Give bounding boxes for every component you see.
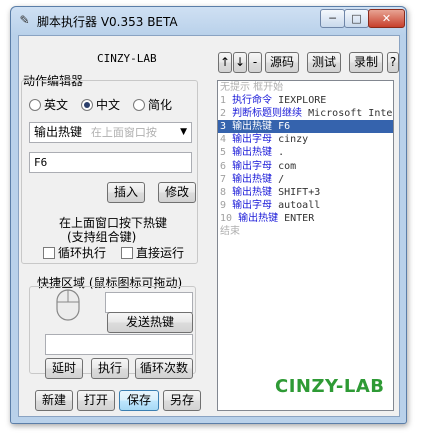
move-down-button[interactable]: ↓ <box>233 52 247 73</box>
loop-count-button[interactable]: 循环次数 <box>135 358 193 379</box>
new-button[interactable]: 新建 <box>35 390 73 411</box>
script-line[interactable]: 2 判断标题则继续 Microsoft Inter <box>218 107 393 120</box>
line-argument: Microsoft Inter <box>308 108 394 120</box>
script-line[interactable]: 8 输出热键 SHIFT+3 <box>218 186 393 199</box>
move-up-button[interactable]: ↑ <box>218 52 232 73</box>
radio-english-dot[interactable] <box>29 99 41 111</box>
value-input[interactable]: F6 <box>29 152 192 173</box>
script-line[interactable]: 10 输出热键 ENTER <box>218 212 393 225</box>
line-number: 1 <box>220 95 227 107</box>
line-argument: F6 <box>278 121 291 133</box>
action-select-value: 输出热键 <box>34 125 83 139</box>
line-command: 输出热键 <box>232 186 273 198</box>
line-argument: ENTER <box>284 212 315 224</box>
test-button[interactable]: 测试 <box>307 52 341 73</box>
radio-chinese-dot[interactable] <box>81 99 93 111</box>
line-command: 执行命令 <box>232 95 273 107</box>
open-button[interactable]: 打开 <box>77 390 115 411</box>
radio-english[interactable]: 英文 <box>29 96 68 113</box>
script-line[interactable]: 6 输出字母 com <box>218 160 393 173</box>
editor-header-hint: 无提示 框开始 <box>220 82 284 93</box>
quick-input-top[interactable] <box>105 292 193 313</box>
line-number: 8 <box>220 186 227 198</box>
line-number: 10 <box>220 212 233 224</box>
loop-checkbox-label: 循环执行 <box>58 246 107 260</box>
script-line[interactable]: 7 输出热键 / <box>218 173 393 186</box>
line-number: 4 <box>220 134 227 146</box>
radio-simplified[interactable]: 简化 <box>133 96 172 113</box>
client-area: CINZY-LAB 动作编辑器 英文 中文 简化 输出热键 在上面窗口按 ▼ F… <box>18 35 400 417</box>
save-button[interactable]: 保存 <box>119 390 159 411</box>
hotkey-hint-line2: (支持组合键) <box>67 230 137 244</box>
radio-simplified-dot[interactable] <box>133 99 145 111</box>
record-button[interactable]: 录制 <box>349 52 383 73</box>
line-argument: . <box>278 147 285 159</box>
loop-checkbox[interactable]: 循环执行 <box>43 244 106 261</box>
line-argument: cinzy <box>278 134 309 146</box>
chevron-down-icon: ▼ <box>180 127 187 137</box>
action-select[interactable]: 输出热键 在上面窗口按 ▼ <box>29 122 192 143</box>
radio-english-label: 英文 <box>44 98 69 112</box>
source-button[interactable]: 源码 <box>265 52 299 73</box>
save-as-button[interactable]: 另存 <box>163 390 201 411</box>
app-window: ✎ 脚本执行器 V0.353 BETA ─ □ ✕ CINZY-LAB 动作编辑… <box>10 6 407 424</box>
direct-run-checkbox[interactable]: 直接运行 <box>121 244 184 261</box>
script-line[interactable]: 9 输出字母 autoall <box>218 199 393 212</box>
line-argument: / <box>278 173 285 185</box>
script-line[interactable]: 1 执行命令 IEXPLORE <box>218 94 393 107</box>
line-command: 输出热键 <box>232 121 273 133</box>
help-button[interactable]: ? <box>387 52 399 73</box>
radio-chinese-label: 中文 <box>96 98 121 112</box>
radio-chinese[interactable]: 中文 <box>81 96 120 113</box>
script-editor[interactable]: 无提示 框开始 1 执行命令 IEXPLORE 2 判断标题则继续 Microso… <box>217 80 394 411</box>
script-line[interactable]: 3 输出热键 F6 <box>218 120 393 134</box>
line-number: 7 <box>220 173 227 185</box>
editor-lines: 1 执行命令 IEXPLORE 2 判断标题则继续 Microsoft Inter… <box>218 94 393 225</box>
line-command: 输出热键 <box>232 173 273 185</box>
insert-button[interactable]: 插入 <box>107 182 145 203</box>
maximize-button[interactable]: □ <box>344 9 369 28</box>
line-command: 输出热键 <box>232 147 273 159</box>
execute-button[interactable]: 执行 <box>91 358 129 379</box>
delete-line-button[interactable]: - <box>248 52 262 73</box>
line-command: 输出字母 <box>232 134 273 146</box>
line-argument: autoall <box>278 199 321 211</box>
mouse-icon[interactable] <box>53 288 83 322</box>
close-button[interactable]: ✕ <box>368 9 405 28</box>
line-argument: SHIFT+3 <box>278 186 321 198</box>
line-number: 5 <box>220 147 227 159</box>
direct-run-checkbox-label: 直接运行 <box>136 246 185 260</box>
radio-simplified-label: 简化 <box>148 98 173 112</box>
title-bar[interactable]: ✎ 脚本执行器 V0.353 BETA ─ □ ✕ <box>11 7 406 35</box>
action-select-hint: 在上面窗口按 <box>90 126 157 139</box>
key-icon: ✎ <box>19 13 30 27</box>
line-command: 判断标题则继续 <box>232 108 303 120</box>
line-number: 2 <box>220 108 227 120</box>
line-number: 6 <box>220 160 227 172</box>
quick-input-bottom[interactable] <box>45 334 193 355</box>
loop-checkbox-box[interactable] <box>43 247 55 259</box>
line-argument: com <box>278 160 297 172</box>
send-hotkey-button[interactable]: 发送热键 <box>107 312 193 333</box>
line-number: 9 <box>220 199 227 211</box>
delay-button[interactable]: 延时 <box>45 358 83 379</box>
script-line[interactable]: 4 输出字母 cinzy <box>218 133 393 146</box>
line-command: 输出热键 <box>238 212 279 224</box>
line-argument: IEXPLORE <box>278 95 327 107</box>
window-title: 脚本执行器 V0.353 BETA <box>37 15 178 29</box>
line-command: 输出字母 <box>232 160 273 172</box>
modify-button[interactable]: 修改 <box>158 182 196 203</box>
brand-logo-text: CINZY-LAB <box>275 376 385 397</box>
minimize-button[interactable]: ─ <box>320 9 345 28</box>
panel-header: CINZY-LAB <box>97 52 157 65</box>
line-command: 输出字母 <box>232 199 273 211</box>
line-number: 3 <box>220 121 227 133</box>
editor-footer-hint: 结束 <box>220 226 240 238</box>
direct-run-checkbox-box[interactable] <box>121 247 133 259</box>
script-line[interactable]: 5 输出热键 . <box>218 146 393 159</box>
